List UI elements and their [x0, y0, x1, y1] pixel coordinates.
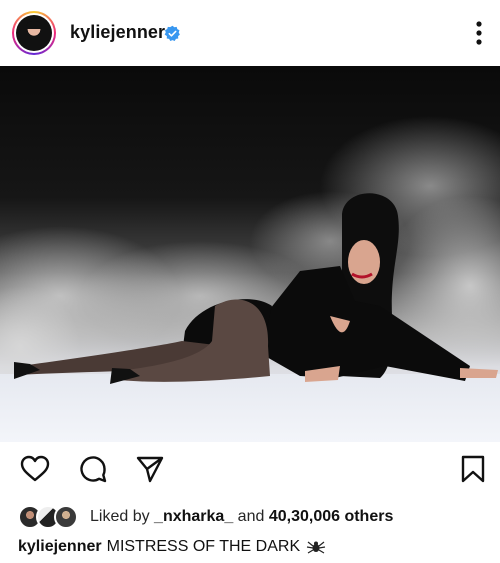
caption-text: MISTRESS OF THE DARK [106, 538, 301, 555]
post-username[interactable]: kyliejenner [70, 22, 165, 43]
post-image[interactable] [0, 66, 500, 442]
send-icon [136, 456, 164, 483]
caption-username[interactable]: kyliejenner [18, 538, 102, 556]
liker-username[interactable]: _nxharka_ [154, 508, 233, 525]
likes-prefix: Liked by [90, 508, 150, 525]
verified-badge-icon [164, 25, 180, 41]
avatar-story-ring[interactable] [12, 11, 56, 55]
post-actions [0, 452, 500, 492]
avatar [54, 505, 78, 529]
likes-connector: and [237, 508, 265, 525]
post-caption: kyliejenner MISTRESS OF THE DARK [18, 538, 326, 556]
post-photo-artwork [0, 116, 500, 442]
save-button[interactable] [456, 452, 490, 486]
post-header: kyliejenner [0, 0, 500, 66]
comment-button[interactable] [76, 452, 110, 486]
comment-icon [80, 456, 107, 483]
like-button[interactable] [18, 452, 52, 486]
heart-icon [20, 455, 50, 482]
share-button[interactable] [133, 452, 167, 486]
likes-summary[interactable]: Liked by _nxharka_ and 40,30,006 others [18, 504, 393, 530]
liker-avatars [18, 504, 82, 530]
bookmark-icon [461, 455, 485, 483]
spider-icon [307, 541, 326, 554]
avatar [16, 15, 52, 51]
likes-text: Liked by _nxharka_ and 40,30,006 others [90, 508, 393, 526]
more-vertical-icon[interactable] [474, 20, 484, 46]
likes-count[interactable]: 40,30,006 others [269, 508, 394, 525]
